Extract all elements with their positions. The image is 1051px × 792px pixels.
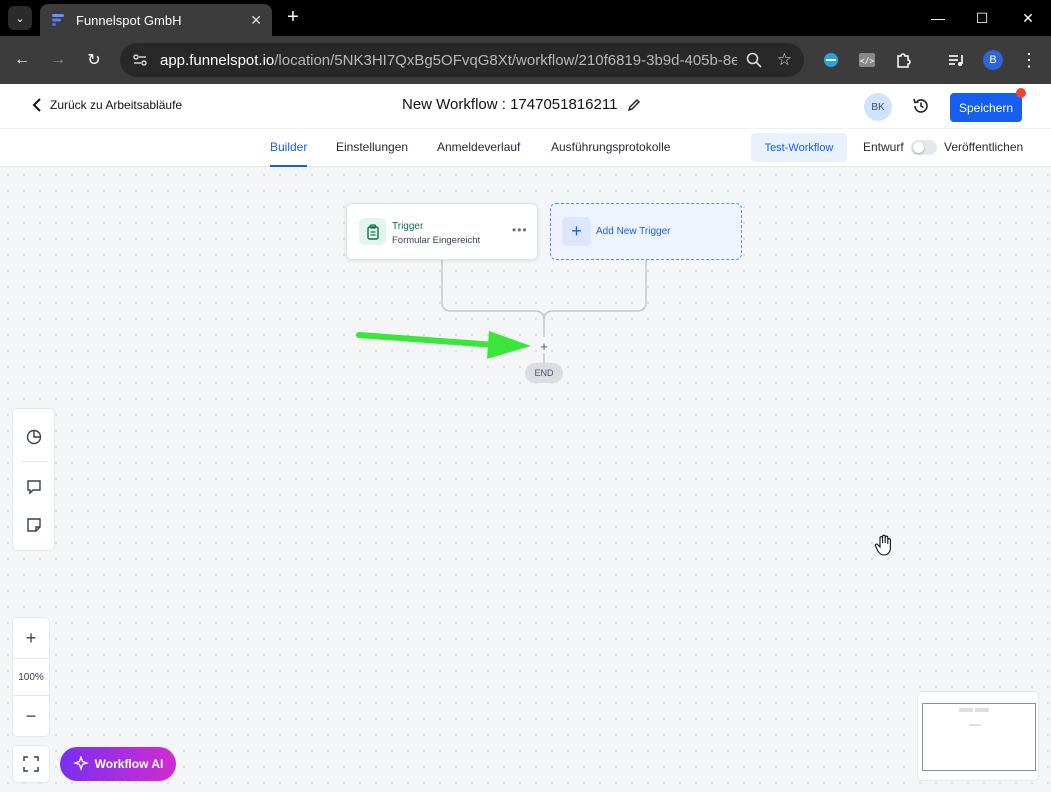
user-avatar[interactable]: BK	[864, 93, 892, 121]
connector-lines	[441, 260, 647, 363]
clipboard-icon	[359, 218, 386, 245]
url-text: app.funnelspot.io/location/5NK3HI7QxBg5O…	[160, 51, 737, 69]
minimap[interactable]	[917, 691, 1039, 781]
forward-arrow-icon[interactable]: →	[46, 48, 70, 72]
workflow-tabs: Builder Einstellungen Anmeldeverlauf Aus…	[0, 129, 1051, 167]
history-icon[interactable]	[912, 97, 930, 115]
site-info-icon[interactable]	[132, 52, 148, 68]
profile-avatar[interactable]: B	[983, 50, 1003, 70]
add-action-plus-icon[interactable]: +	[538, 340, 550, 353]
canvas-tools-panel	[12, 408, 55, 551]
add-new-trigger-node[interactable]: + Add New Trigger	[550, 203, 742, 260]
trigger-subtitle: Formular Eingereicht	[392, 235, 481, 246]
minimap-node	[975, 708, 989, 712]
divider	[21, 461, 48, 462]
notification-dot	[1016, 88, 1026, 98]
app-header: Zurück zu Arbeitsabläufe New Workflow : …	[0, 84, 1051, 129]
back-label: Zurück zu Arbeitsabläufe	[50, 98, 183, 112]
tab-builder[interactable]: Builder	[270, 140, 308, 167]
zoom-level: 100%	[13, 658, 49, 696]
more-options-icon[interactable]: •••	[512, 223, 528, 237]
trigger-title: Trigger	[392, 221, 424, 232]
comment-icon[interactable]	[24, 477, 44, 497]
workflow-canvas[interactable]: Trigger Formular Eingereicht ••• + Add N…	[0, 167, 1051, 792]
zoom-in-icon[interactable]: +	[13, 619, 49, 657]
new-tab-icon[interactable]: +	[282, 6, 304, 28]
back-to-workflows-link[interactable]: Zurück zu Arbeitsabläufe	[32, 98, 182, 112]
draft-label: Entwurf	[863, 140, 904, 154]
address-bar[interactable]: app.funnelspot.io/location/5NK3HI7QxBg5O…	[120, 43, 804, 77]
workflow-ai-button[interactable]: Workflow AI	[60, 747, 176, 781]
extensions-puzzle-icon[interactable]	[891, 48, 915, 72]
trigger-node[interactable]: Trigger Formular Eingereicht •••	[346, 203, 538, 260]
minimap-node	[959, 708, 973, 712]
hand-cursor-icon	[874, 534, 891, 556]
publish-toggle[interactable]	[911, 140, 937, 155]
chevron-left-icon	[32, 98, 41, 112]
bookmark-star-icon[interactable]: ☆	[777, 50, 792, 70]
close-tab-icon[interactable]: ✕	[250, 12, 262, 29]
tab-anmeldeverlauf[interactable]: Anmeldeverlauf	[437, 140, 520, 154]
zoom-search-icon[interactable]	[745, 51, 763, 69]
minimap-viewport[interactable]	[922, 703, 1036, 771]
stats-pie-icon[interactable]	[24, 427, 44, 447]
workflow-title-text: New Workflow : 1747051816211	[402, 96, 618, 113]
browser-tabbar: ⌄ Funnelspot GmbH ✕ + — ☐ ✕	[0, 0, 1051, 36]
zoom-out-icon[interactable]: −	[13, 697, 49, 735]
fit-screen-icon[interactable]	[12, 745, 50, 783]
browser-menu-icon[interactable]: ⋮	[1017, 48, 1041, 72]
tab-title: Funnelspot GmbH	[76, 12, 182, 28]
maximize-icon[interactable]: ☐	[972, 8, 992, 28]
reload-icon[interactable]: ↻	[82, 48, 106, 72]
zoom-controls: + 100% −	[12, 617, 50, 737]
minimize-icon[interactable]: —	[928, 8, 948, 28]
test-workflow-button[interactable]: Test-Workflow	[751, 133, 847, 162]
sticky-note-icon[interactable]	[24, 515, 44, 535]
plus-icon: +	[562, 217, 591, 246]
tab-einstellungen[interactable]: Einstellungen	[336, 140, 408, 154]
tab-ausfuehrungsprotokolle[interactable]: Ausführungsprotokolle	[551, 140, 670, 154]
minimap-node	[969, 724, 981, 726]
back-arrow-icon[interactable]: ←	[10, 48, 34, 72]
media-control-icon[interactable]	[944, 48, 968, 72]
close-window-icon[interactable]: ✕	[1018, 8, 1038, 28]
extension-globe-icon[interactable]	[819, 48, 843, 72]
workflow-title[interactable]: New Workflow : 1747051816211	[402, 96, 641, 113]
workflow-ai-label: Workflow AI	[94, 757, 164, 771]
browser-tab[interactable]: Funnelspot GmbH ✕	[40, 4, 272, 36]
save-button[interactable]: Speichern	[950, 93, 1022, 122]
funnelspot-logo-icon	[52, 14, 64, 26]
extension-code-icon[interactable]: </>	[855, 48, 879, 72]
add-trigger-label: Add New Trigger	[596, 226, 671, 237]
browser-toolbar: ← → ↻ app.funnelspot.io/location/5NK3HI7…	[0, 36, 1051, 84]
edit-pencil-icon[interactable]	[627, 98, 641, 112]
end-node: END	[525, 363, 563, 383]
tab-search-chevron-icon[interactable]: ⌄	[8, 6, 32, 30]
sparkle-icon	[72, 756, 89, 772]
svg-text:</>: </>	[860, 57, 875, 66]
publish-label: Veröffentlichen	[944, 140, 1024, 154]
annotation-arrow	[356, 331, 531, 359]
